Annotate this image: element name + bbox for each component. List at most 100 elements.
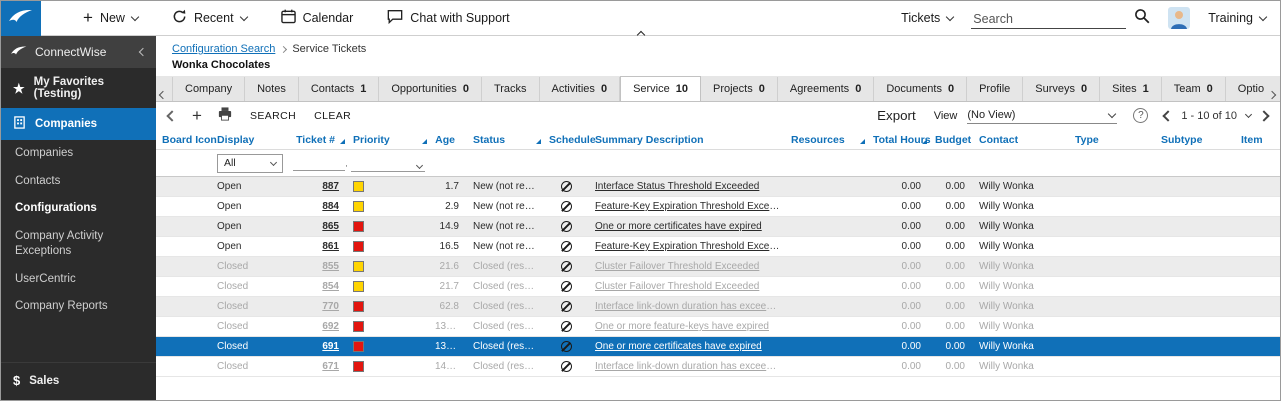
sidebar-item-companies[interactable]: Companies bbox=[1, 140, 156, 168]
sidebar-item-contacts[interactable]: Contacts bbox=[1, 168, 156, 196]
print-button[interactable] bbox=[218, 107, 232, 124]
ticket-number-link[interactable]: 887 bbox=[322, 181, 339, 192]
summary-link[interactable]: Interface link-down duration has exceede… bbox=[595, 301, 785, 312]
tabs-scroll-left[interactable] bbox=[160, 85, 166, 103]
tickets-grid: Board IconDisplayTicket #PriorityAgeStat… bbox=[156, 129, 1280, 400]
ticket-number-link[interactable]: 770 bbox=[322, 301, 339, 312]
tab-team[interactable]: Team0 bbox=[1162, 77, 1226, 101]
tab-service[interactable]: Service10 bbox=[620, 76, 701, 101]
tabs-scroll-right[interactable] bbox=[1269, 85, 1275, 103]
ticket-row-865[interactable]: Open86514.9New (not resp...One or more c… bbox=[156, 217, 1280, 237]
ticket-number-link[interactable]: 692 bbox=[322, 321, 339, 332]
next-page-button[interactable] bbox=[1258, 110, 1269, 121]
tab-agreements[interactable]: Agreements0 bbox=[778, 77, 874, 101]
ticket-number-link[interactable]: 691 bbox=[322, 341, 339, 352]
sidebar-item-usercentric[interactable]: UserCentric bbox=[1, 266, 156, 294]
ticket-number-link[interactable]: 671 bbox=[322, 361, 339, 372]
add-ticket-button[interactable]: + bbox=[192, 107, 202, 124]
search-input[interactable] bbox=[971, 10, 1126, 29]
ticket-number-link[interactable]: 861 bbox=[322, 241, 339, 252]
collapse-sidebar-icon[interactable] bbox=[139, 48, 147, 56]
search-button[interactable]: SEARCH bbox=[250, 110, 296, 122]
sidebar-item-sales[interactable]: $ Sales bbox=[1, 362, 156, 400]
column-header-priority[interactable]: Priority bbox=[347, 129, 429, 150]
clear-button[interactable]: CLEAR bbox=[314, 110, 351, 122]
search-icon[interactable] bbox=[1134, 8, 1150, 29]
page-size-dropdown-icon[interactable] bbox=[1245, 111, 1252, 118]
summary-link[interactable]: Feature-Key Expiration Threshold Exceede… bbox=[595, 201, 785, 212]
breadcrumb-parent-link[interactable]: Configuration Search bbox=[172, 43, 275, 55]
sidebar-item-companies[interactable]: Companies bbox=[1, 108, 156, 140]
export-button[interactable]: Export bbox=[877, 108, 916, 123]
calendar-button[interactable]: Calendar bbox=[281, 9, 354, 27]
column-header-type[interactable]: Type bbox=[1069, 129, 1155, 150]
summary-link[interactable]: Interface link-down duration has exceede… bbox=[595, 361, 785, 372]
collapse-topbar-chevron[interactable] bbox=[638, 25, 644, 43]
tab-company[interactable]: Company bbox=[172, 77, 245, 101]
ticket-filter-input[interactable] bbox=[293, 155, 345, 171]
display-filter-select[interactable]: All bbox=[217, 154, 283, 173]
tab-activities[interactable]: Activities0 bbox=[540, 77, 621, 101]
chat-with-support-button[interactable]: Chat with Support bbox=[387, 9, 509, 27]
summary-link[interactable]: Cluster Failover Threshold Exceeded bbox=[595, 261, 759, 272]
new-button[interactable]: + New bbox=[83, 11, 138, 26]
summary-link[interactable]: Feature-Key Expiration Threshold Exceede… bbox=[595, 241, 785, 252]
tab-sites[interactable]: Sites1 bbox=[1100, 77, 1162, 101]
column-header-board_icon[interactable]: Board Icon bbox=[156, 129, 211, 150]
ticket-row-770[interactable]: Closed77062.8Closed (resolv...Interface … bbox=[156, 297, 1280, 317]
tab-profile[interactable]: Profile bbox=[967, 77, 1023, 101]
column-header-subtype[interactable]: Subtype bbox=[1155, 129, 1235, 150]
user-menu[interactable]: Training bbox=[1208, 11, 1266, 25]
column-header-contact[interactable]: Contact bbox=[973, 129, 1069, 150]
column-header-total_hours[interactable]: Total Hours bbox=[867, 129, 929, 150]
prev-page-button[interactable] bbox=[1163, 110, 1174, 121]
sidebar-item-configurations[interactable]: Configurations bbox=[1, 195, 156, 223]
ticket-row-884[interactable]: Open8842.9New (not resp...Feature-Key Ex… bbox=[156, 197, 1280, 217]
sidebar-item-my-favorites[interactable]: ★ My Favorites (Testing) bbox=[1, 68, 156, 108]
summary-link[interactable]: Cluster Failover Threshold Exceeded bbox=[595, 281, 759, 292]
sidebar-item-company-reports[interactable]: Company Reports bbox=[1, 293, 156, 321]
column-header-summary[interactable]: Summary Description bbox=[589, 129, 785, 150]
column-header-schedule[interactable]: Schedule bbox=[543, 129, 589, 150]
column-header-ticket[interactable]: Ticket # bbox=[289, 129, 347, 150]
ticket-row-671[interactable]: Closed671141.7Closed (resolv...Interface… bbox=[156, 357, 1280, 377]
ticket-row-855[interactable]: Closed85521.6Closed (resolv...Cluster Fa… bbox=[156, 257, 1280, 277]
summary-link[interactable]: One or more certificates have expired bbox=[595, 221, 762, 232]
connectwise-logo[interactable] bbox=[1, 1, 41, 36]
sidebar-item-company-activity-exceptions[interactable]: Company Activity Exceptions bbox=[1, 223, 156, 266]
help-icon[interactable]: ? bbox=[1133, 108, 1148, 123]
ticket-row-691[interactable]: Closed691136.9Closed (resolv...One or mo… bbox=[156, 337, 1280, 357]
tickets-scope-dropdown[interactable]: Tickets bbox=[901, 11, 953, 25]
column-header-resources[interactable]: Resources bbox=[785, 129, 867, 150]
ticket-row-861[interactable]: Open86116.5New (not resp...Feature-Key E… bbox=[156, 237, 1280, 257]
tab-contacts[interactable]: Contacts1 bbox=[299, 77, 380, 101]
sidebar-header[interactable]: ConnectWise bbox=[1, 36, 156, 68]
view-select[interactable]: (No View) bbox=[967, 107, 1117, 124]
summary-link[interactable]: One or more feature-keys have expired bbox=[595, 321, 769, 332]
recent-button[interactable]: Recent bbox=[172, 9, 247, 27]
tab-options[interactable]: Options bbox=[1226, 77, 1264, 101]
summary-link[interactable]: Interface Status Threshold Exceeded bbox=[595, 181, 759, 192]
priority-filter-select[interactable] bbox=[351, 155, 425, 172]
column-header-status[interactable]: Status bbox=[467, 129, 543, 150]
column-header-age[interactable]: Age bbox=[429, 129, 467, 150]
tab-notes[interactable]: Notes bbox=[245, 77, 299, 101]
ticket-row-854[interactable]: Closed85421.7Closed (resolv...Cluster Fa… bbox=[156, 277, 1280, 297]
tab-projects[interactable]: Projects0 bbox=[701, 77, 778, 101]
tab-opportunities[interactable]: Opportunities0 bbox=[379, 77, 482, 101]
column-header-display[interactable]: Display bbox=[211, 129, 289, 150]
summary-link[interactable]: One or more certificates have expired bbox=[595, 341, 762, 352]
ticket-number-link[interactable]: 865 bbox=[322, 221, 339, 232]
ticket-number-link[interactable]: 884 bbox=[322, 201, 339, 212]
column-header-item[interactable]: Item bbox=[1235, 129, 1280, 150]
ticket-row-692[interactable]: Closed692136.9Closed (resolv...One or mo… bbox=[156, 317, 1280, 337]
tab-surveys[interactable]: Surveys0 bbox=[1023, 77, 1100, 101]
column-header-budget[interactable]: Budget bbox=[929, 129, 973, 150]
ticket-row-887[interactable]: Open8871.7New (not resp...Interface Stat… bbox=[156, 177, 1280, 197]
tab-documents[interactable]: Documents0 bbox=[874, 77, 967, 101]
ticket-number-link[interactable]: 854 bbox=[322, 281, 339, 292]
back-button[interactable] bbox=[168, 112, 176, 120]
user-avatar[interactable] bbox=[1168, 7, 1190, 29]
tab-tracks[interactable]: Tracks bbox=[482, 77, 540, 101]
ticket-number-link[interactable]: 855 bbox=[322, 261, 339, 272]
